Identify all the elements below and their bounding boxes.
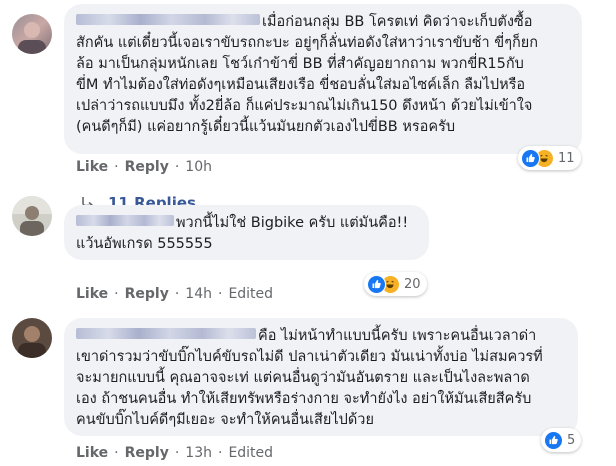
like-button[interactable]: Like — [76, 286, 108, 302]
timestamp[interactable]: 13h — [185, 445, 212, 461]
reply-button[interactable]: Reply — [125, 286, 169, 302]
comment-actions: Like · Reply · 13h · Edited — [76, 445, 274, 461]
reactions-summary[interactable]: 11 — [518, 146, 581, 170]
avatar[interactable] — [12, 318, 52, 358]
comment-line: สักคัน แต่เดี๋ยวนี้เจอเราขับรถกะบะ อยู่ๆ… — [76, 35, 539, 51]
reaction-count: 20 — [404, 276, 421, 292]
comment-actions: Like · Reply · 10h — [76, 159, 212, 175]
reactions-summary[interactable]: 5 — [541, 428, 582, 452]
avatar[interactable] — [12, 14, 52, 54]
comment-line: (คนดีๆก็มี) แค่อยากรู้เดี๋ยวนี้แว้นมันยก… — [76, 119, 456, 135]
comment-line: คือ ไม่หน้าทำแบบนี้ครับ เพราะคนอื่นเวลาด… — [258, 328, 537, 344]
comment-line: เอง ถ้าชนคนอื่น ทำให้เสียทรัพหรือร่างกาย… — [76, 391, 532, 407]
reply-button[interactable]: Reply — [125, 445, 169, 461]
comment-bubble: เมื่อก่อนกลุ่ม BB โครตเท่ คิดว่าจะเก็บตั… — [64, 4, 582, 154]
comment-line: พวกนี้ไม่ใช่ Bigbike ครับ แต่มันคือ!! — [176, 215, 409, 231]
comment-bubble: คือ ไม่หน้าทำแบบนี้ครับ เพราะคนอื่นเวลาด… — [64, 318, 578, 436]
like-button[interactable]: Like — [76, 445, 108, 461]
reply-button[interactable]: Reply — [125, 159, 169, 175]
comment-bubble: พวกนี้ไม่ใช่ Bigbike ครับ แต่มันคือ!! แว… — [64, 205, 429, 260]
reactions-summary[interactable]: 20 — [364, 272, 427, 296]
commenter-name[interactable] — [76, 14, 260, 25]
like-button[interactable]: Like — [76, 159, 108, 175]
comment-line: เปล่าว่ารถแบบมึง ทั้ง2ยี่ล้อ ก็แค่ประมาณ… — [76, 98, 533, 114]
edited-label[interactable]: Edited — [228, 445, 273, 461]
comment-line: แว้นอัพเกรด 555555 — [76, 236, 213, 252]
comment-line: คนขับบิ๊กไบค์ดีๆมีเยอะ จะทำให้คนอื่นเสีย… — [76, 412, 374, 428]
like-icon — [367, 274, 386, 294]
avatar[interactable] — [12, 196, 52, 236]
comment-line: เมื่อก่อนกลุ่ม BB โครตเท่ คิดว่าจะเก็บตั… — [262, 14, 533, 30]
edited-label[interactable]: Edited — [228, 286, 273, 302]
reaction-count: 5 — [567, 432, 576, 448]
comment-actions: Like · Reply · 14h · Edited — [76, 286, 274, 302]
comment-line: ขี่M ทำไมต้องใส่ท่อดังๆเหมือนเสียงเรือ ข… — [76, 77, 526, 93]
commenter-name[interactable] — [76, 328, 256, 339]
comment-line: จะมายกแบบนี้ คุณอาจจะเท่ แต่คนอื่นดูว่าม… — [76, 370, 530, 386]
commenter-name[interactable] — [76, 215, 174, 226]
like-icon — [544, 430, 563, 450]
comment-line: ล้อ มาเป็นกลุ่มหนักเลย โชว์เก๋าข้าขี่ BB… — [76, 56, 524, 72]
reaction-count: 11 — [558, 150, 575, 166]
timestamp[interactable]: 10h — [185, 159, 212, 175]
comment-line: เขาด่ารวมว่าขับบิ๊กไบค์ขับรถไม่ดี ปลาเน่… — [76, 349, 543, 365]
like-icon — [521, 148, 540, 168]
timestamp[interactable]: 14h — [185, 286, 212, 302]
